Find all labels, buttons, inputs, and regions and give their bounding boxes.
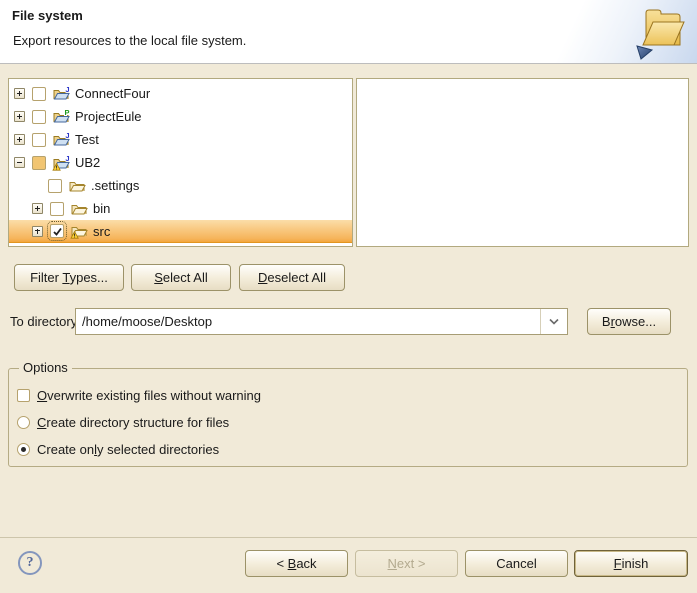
create-selected-label[interactable]: Create only selected directories — [37, 442, 219, 457]
tree-item-label[interactable]: ConnectFour — [75, 86, 150, 101]
expand-icon[interactable] — [32, 226, 43, 237]
select-all-button[interactable]: Select All — [131, 264, 231, 291]
options-group: Options Overwrite existing files without… — [8, 368, 688, 467]
resource-tree[interactable]: J ConnectFour P ProjectEule J Test J UB2 .settin… — [8, 78, 353, 247]
deselect-all-button[interactable]: Deselect All — [239, 264, 345, 291]
filter-types-button[interactable]: Filter Types... — [14, 264, 124, 291]
button-label: Filter Types... — [30, 270, 108, 285]
overwrite-label[interactable]: Overwrite existing files without warning — [37, 388, 261, 403]
button-label: Finish — [614, 556, 649, 571]
tree-item-label[interactable]: UB2 — [75, 155, 100, 170]
tree-row[interactable]: J UB2 — [9, 151, 352, 174]
folder-warning-icon — [70, 223, 88, 239]
create-structure-label[interactable]: Create directory structure for files — [37, 415, 229, 430]
finish-button[interactable]: Finish — [574, 550, 688, 577]
project-folder-icon: P — [52, 109, 70, 125]
button-label: Browse... — [602, 314, 656, 329]
button-label: < Back — [276, 556, 316, 571]
tree-row[interactable]: J Test — [9, 128, 352, 151]
tree-checkbox[interactable] — [50, 224, 64, 238]
overwrite-option[interactable]: Overwrite existing files without warning — [17, 385, 261, 405]
folder-icon — [68, 178, 86, 194]
button-label: Select All — [154, 270, 207, 285]
collapse-icon[interactable] — [14, 157, 25, 168]
create-selected-radio[interactable] — [17, 443, 30, 456]
tree-item-label[interactable]: src — [93, 224, 110, 239]
svg-text:J: J — [65, 132, 69, 140]
page-subtitle: Export resources to the local file syste… — [13, 33, 246, 48]
svg-text:J: J — [65, 86, 69, 94]
to-directory-label: To directory: — [10, 314, 81, 329]
cancel-button[interactable]: Cancel — [465, 550, 568, 577]
dropdown-arrow-icon[interactable] — [540, 309, 567, 334]
create-structure-radio[interactable] — [17, 416, 30, 429]
dialog-header: File system Export resources to the loca… — [0, 0, 697, 64]
export-file-system-dialog: File system Export resources to the loca… — [0, 0, 697, 593]
tree-checkbox[interactable] — [32, 156, 46, 170]
svg-text:P: P — [64, 109, 69, 117]
page-title: File system — [12, 8, 83, 23]
tree-row[interactable]: J ConnectFour — [9, 82, 352, 105]
java-project-folder-icon: J — [52, 86, 70, 102]
tree-row[interactable]: .settings — [9, 174, 352, 197]
tree-checkbox[interactable] — [48, 179, 62, 193]
create-selected-option[interactable]: Create only selected directories — [17, 439, 219, 459]
browse-button[interactable]: Browse... — [587, 308, 671, 335]
tree-item-label[interactable]: .settings — [91, 178, 139, 193]
directory-input[interactable]: /home/moose/Desktop — [76, 309, 540, 334]
button-label: Deselect All — [258, 270, 326, 285]
file-list-panel[interactable] — [356, 78, 689, 247]
tree-row[interactable]: bin — [9, 197, 352, 220]
svg-text:J: J — [65, 155, 69, 163]
options-group-title: Options — [19, 360, 72, 375]
tree-row[interactable]: P ProjectEule — [9, 105, 352, 128]
export-folder-icon — [633, 3, 689, 61]
expand-icon[interactable] — [14, 111, 25, 122]
folder-icon — [70, 201, 88, 217]
tree-item-label[interactable]: ProjectEule — [75, 109, 141, 124]
button-label: Cancel — [496, 556, 536, 571]
button-label: Next > — [388, 556, 426, 571]
expand-icon[interactable] — [14, 88, 25, 99]
expand-icon[interactable] — [14, 134, 25, 145]
directory-combo[interactable]: /home/moose/Desktop — [75, 308, 568, 335]
next-button: Next > — [355, 550, 458, 577]
tree-checkbox[interactable] — [32, 110, 46, 124]
tree-item-label[interactable]: Test — [75, 132, 99, 147]
create-structure-option[interactable]: Create directory structure for files — [17, 412, 229, 432]
footer-separator — [0, 537, 697, 538]
expand-icon[interactable] — [32, 203, 43, 214]
tree-checkbox[interactable] — [32, 87, 46, 101]
tree-item-label[interactable]: bin — [93, 201, 110, 216]
java-project-folder-icon: J — [52, 132, 70, 148]
help-button[interactable]: ? — [18, 551, 42, 575]
tree-row[interactable]: src — [9, 220, 352, 243]
tree-checkbox[interactable] — [32, 133, 46, 147]
tree-checkbox[interactable] — [50, 202, 64, 216]
overwrite-checkbox[interactable] — [17, 389, 30, 402]
back-button[interactable]: < Back — [245, 550, 348, 577]
java-project-warning-folder-icon: J — [52, 155, 70, 171]
